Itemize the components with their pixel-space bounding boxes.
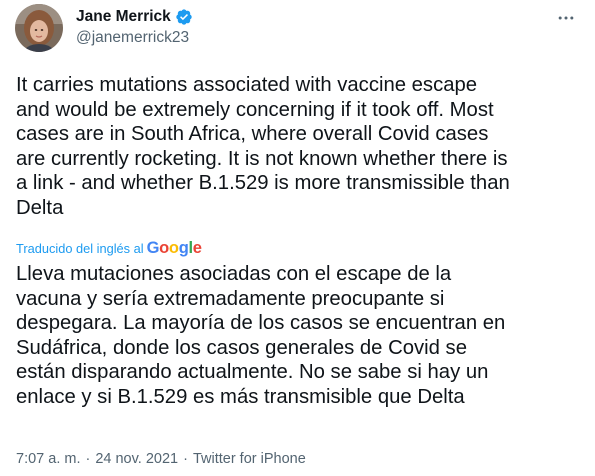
author-info: Jane Merrick @janemerrick23 bbox=[76, 6, 193, 47]
display-name[interactable]: Jane Merrick bbox=[76, 8, 171, 26]
separator-dot: · bbox=[183, 451, 188, 467]
display-name-row: Jane Merrick bbox=[76, 6, 193, 28]
verified-badge-icon bbox=[175, 8, 193, 26]
translation-attribution[interactable]: Traducido del inglés al Google bbox=[16, 238, 202, 258]
tweet-time[interactable]: 7:07 a. m. bbox=[16, 451, 80, 467]
separator-dot: · bbox=[85, 451, 91, 467]
tweet-source[interactable]: Twitter for iPhone bbox=[193, 451, 306, 467]
more-dots-icon bbox=[558, 16, 574, 20]
tweet-text: It carries mutations associated with vac… bbox=[16, 74, 510, 219]
google-logo: Google bbox=[146, 238, 202, 257]
tweet-date[interactable]: 24 nov. 2021 bbox=[95, 451, 178, 467]
translated-label: Traducido del inglés al bbox=[16, 240, 144, 256]
more-button[interactable] bbox=[551, 6, 581, 30]
translated-text: Lleva mutaciones asociadas con el escape… bbox=[16, 263, 506, 408]
tweet-metadata: 7:07 a. m. · 24 nov. 2021 · Twitter for … bbox=[16, 451, 306, 467]
avatar[interactable] bbox=[15, 4, 63, 52]
avatar-photo bbox=[15, 4, 63, 52]
handle[interactable]: @janemerrick23 bbox=[76, 29, 193, 47]
